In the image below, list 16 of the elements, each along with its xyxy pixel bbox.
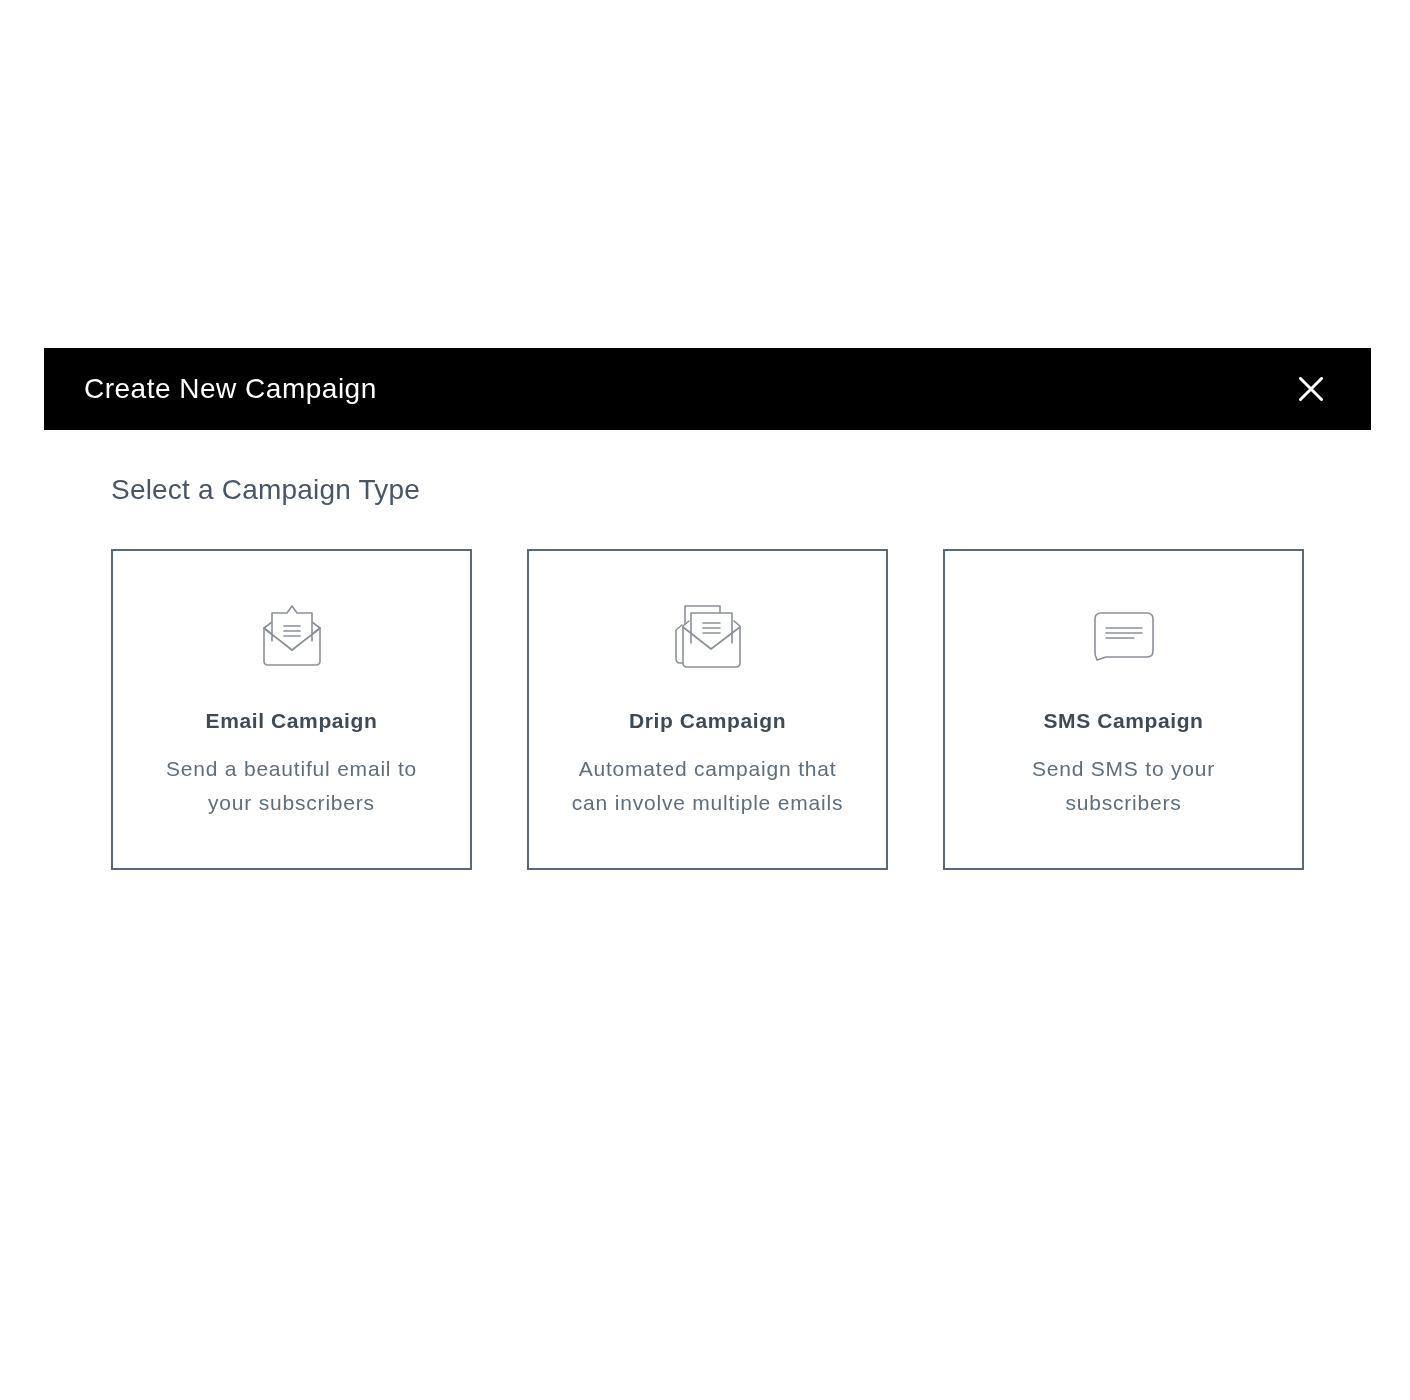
dialog-title: Create New Campaign bbox=[84, 373, 377, 405]
section-title: Select a Campaign Type bbox=[111, 474, 421, 506]
campaign-type-card[interactable]: Drip Campaign Automated campaign that can involve multiple emails bbox=[527, 549, 888, 870]
campaign-type-card[interactable]: Email Campaign Send a beautiful email to your subscribers bbox=[111, 549, 472, 870]
open-envelope-icon bbox=[262, 605, 321, 666]
card-description: Automated campaign that can involve multiple emails bbox=[570, 756, 845, 816]
card-description: Send a beautiful email to your subscribers bbox=[164, 756, 419, 816]
card-description: Send SMS to your subscribers bbox=[1030, 756, 1217, 816]
card-title: SMS Campaign bbox=[1043, 708, 1204, 734]
card-title: Drip Campaign bbox=[628, 708, 787, 734]
stacked-envelopes-icon bbox=[674, 605, 741, 668]
close-button[interactable] bbox=[1299, 377, 1323, 401]
campaign-type-card[interactable]: SMS Campaign Send SMS to your subscribers bbox=[943, 549, 1304, 870]
card-title: Email Campaign bbox=[205, 708, 378, 734]
close-icon bbox=[1299, 377, 1323, 401]
chat-bubble-icon bbox=[1093, 612, 1154, 662]
